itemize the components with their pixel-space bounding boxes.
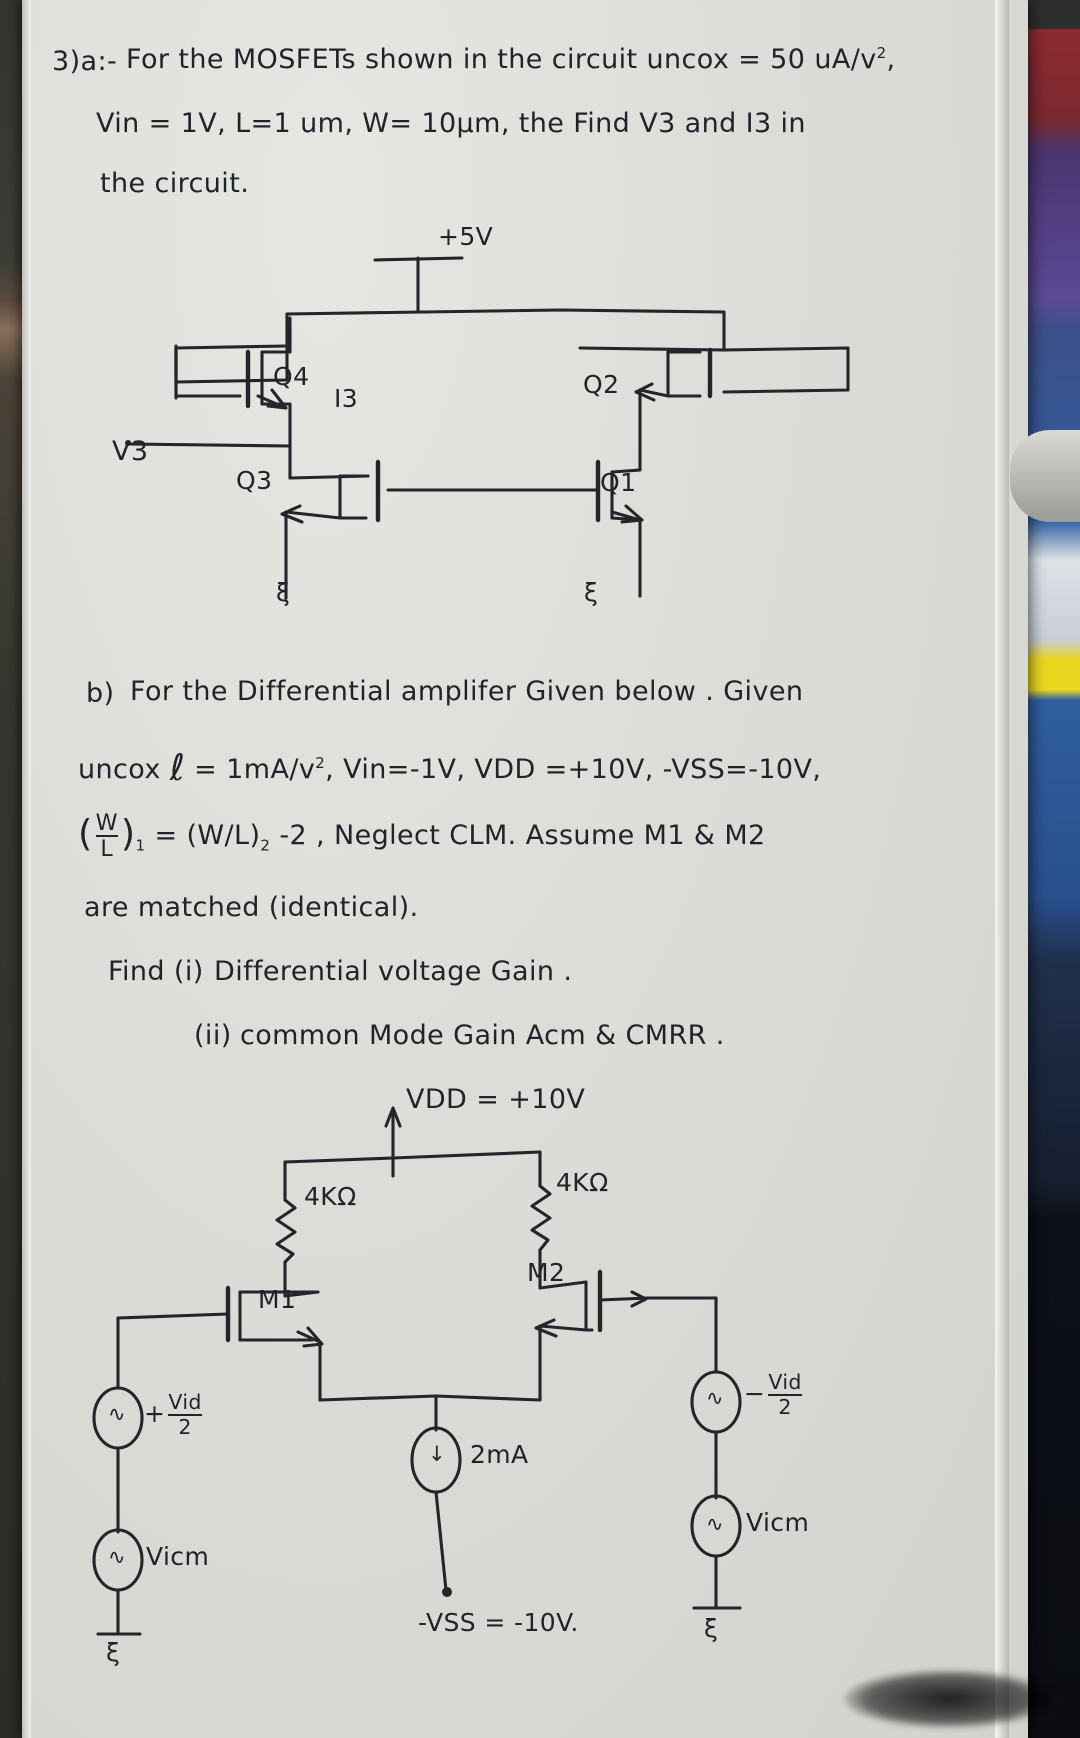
question-a-line2: Vin = 1V, L=1 um, W= 10µm, the Find V3 a…	[96, 108, 806, 139]
circuit-a-device-q1: Q1	[600, 468, 637, 497]
question-a-line1-text: For the MOSFETs shown in the circuit unc…	[126, 44, 877, 75]
circuit-b-ground-left: ξ	[106, 1638, 121, 1667]
source-glyph-vicm-left: ∿	[108, 1545, 126, 1569]
vid-right-sign: −	[744, 1379, 766, 1409]
circuit-a-device-q4: Q4	[273, 362, 310, 391]
question-b-line3-rest: -2 , Neglect CLM. Assume M1 & M2	[279, 820, 766, 852]
circuit-b-transistor-m1-label: M1	[258, 1285, 297, 1314]
circuit-b-vss-label: -VSS = -10V.	[418, 1608, 579, 1637]
close-paren: )	[120, 812, 136, 856]
w-over-l-subscript-2: 2	[260, 836, 271, 855]
question-b-line3-mid: = (W/L)	[154, 820, 261, 852]
question-b-find-prefix: Find (i)	[108, 956, 204, 987]
circuit-a-device-q2: Q2	[583, 370, 620, 399]
vid-right-fraction: Vid 2	[765, 1370, 804, 1419]
question-a-line1-exponent: 2	[876, 44, 887, 62]
vid-left-sign: +	[144, 1399, 166, 1429]
question-b-line2-rest: = 1mA/v	[194, 754, 316, 785]
circuit-a-device-q3: Q3	[236, 466, 273, 495]
vid-left-numerator: Vid	[168, 1390, 202, 1414]
circuit-b-vicm-right-label: Vicm	[746, 1508, 810, 1537]
circuit-b-transistor-m2-label: M2	[527, 1258, 566, 1287]
circuit-a-node-v3: V3	[112, 436, 149, 467]
vid-left-fraction: Vid 2	[165, 1390, 204, 1439]
question-b-line6: common Mode Gain Acm & CMRR .	[240, 1020, 725, 1051]
circuit-a-current-label: I3	[334, 384, 359, 413]
question-b-item2-prefix: (ii)	[194, 1020, 232, 1051]
vid-right-denominator: 2	[768, 1393, 802, 1419]
circuit-b-current-source-label: 2mA	[470, 1440, 529, 1469]
question-b-line4: are matched (identical).	[84, 892, 419, 923]
question-a-line3: the circuit.	[100, 168, 250, 199]
open-paren: (	[78, 812, 93, 856]
circuit-b-vid-right-label: − Vid 2	[744, 1370, 805, 1419]
circuit-a-ground-right: ξ	[584, 578, 599, 607]
circuit-a-ground-left: ξ	[276, 578, 291, 607]
w-over-l-subscript-1: 1	[135, 836, 146, 855]
question-b-label: b)	[86, 678, 115, 709]
circuit-b-resistor-right-label: 4KΩ	[556, 1168, 609, 1197]
question-b-line2-exponent: 2	[315, 754, 326, 772]
source-glyph-vicm-right: ∿	[706, 1512, 724, 1536]
source-glyph-vid-right: ∿	[706, 1386, 724, 1410]
clip-object	[1010, 430, 1080, 522]
circuit-b-ground-right: ξ	[704, 1614, 719, 1643]
question-b-line5: Differential voltage Gain .	[214, 956, 573, 987]
question-a-label: 3)a:-	[52, 46, 118, 77]
scanned-page: 3)a:- For the MOSFETs shown in the circu…	[0, 0, 1080, 1738]
w-over-l-numerator: W	[95, 810, 118, 836]
question-a-line1: For the MOSFETs shown in the circuit unc…	[126, 44, 896, 75]
question-a-line1-tail: ,	[886, 44, 896, 75]
question-b-line1: For the Differential amplifer Given belo…	[130, 676, 804, 707]
current-source-glyph: ↓	[428, 1442, 446, 1466]
question-b-line3: (W L)1 = (W/L)2 -2 , Neglect CLM. Assume …	[78, 810, 766, 861]
w-over-l-fraction: WL	[93, 810, 121, 861]
question-b-uncox: uncox	[78, 754, 161, 785]
circuit-b-vid-left-label: + Vid 2	[144, 1390, 205, 1439]
w-over-l-denominator: L	[95, 835, 118, 861]
vid-right-numerator: Vid	[768, 1370, 802, 1394]
circuit-b-resistor-left-label: 4KΩ	[304, 1182, 357, 1211]
question-b-line2-tail: , Vin=-1V, VDD =+10V, -VSS=-10V,	[325, 754, 822, 785]
circuit-b-vicm-left-label: Vicm	[146, 1542, 210, 1571]
vid-left-denominator: 2	[168, 1413, 202, 1439]
question-b-ell: ℓ	[169, 746, 186, 789]
question-b-line2: uncox ℓ = 1mA/v2, Vin=-1V, VDD =+10V, -V…	[78, 746, 821, 789]
source-glyph-vid-left: ∿	[108, 1402, 126, 1426]
circuit-a-drawing	[125, 256, 850, 600]
